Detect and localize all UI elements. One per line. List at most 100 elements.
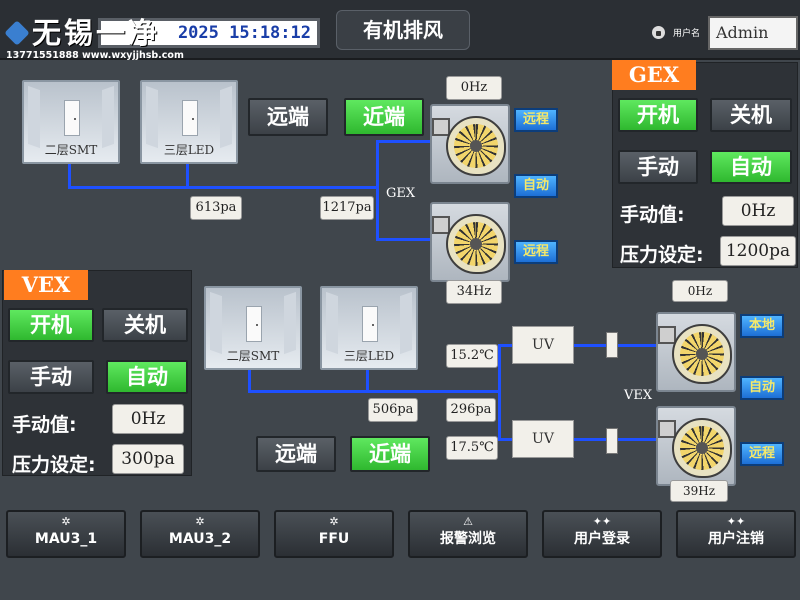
uv-unit-2: UV: [512, 420, 574, 458]
uv-unit-1: UV: [512, 326, 574, 364]
gex-pressure-left: 613pa: [190, 196, 242, 220]
page-title: 有机排风: [336, 10, 470, 50]
nav-user-logout-button[interactable]: ✦✦ 用户注销: [676, 510, 796, 558]
vex-pressure-left: 506pa: [368, 398, 418, 422]
gex-remote-button[interactable]: 远端: [248, 98, 328, 136]
fan-icon: [672, 324, 732, 384]
nav-user-login-button[interactable]: ✦✦ 用户登录: [542, 510, 662, 558]
door-icon: [182, 100, 198, 136]
fan-icon: [446, 116, 506, 176]
vex-pressure-setting-label: 压力设定:: [12, 454, 96, 476]
vex-off-button[interactable]: 关机: [102, 308, 188, 342]
gex-on-button[interactable]: 开机: [618, 98, 698, 132]
lock-icon: [652, 26, 665, 39]
room-label: 三层LED: [343, 349, 395, 363]
pipe: [68, 186, 378, 189]
nav-label: MAU3_2: [168, 531, 232, 547]
fan-icon: [446, 214, 506, 274]
room-3f-led-gex: 三层LED: [140, 80, 238, 164]
pipe: [376, 238, 434, 241]
door-icon: [246, 306, 262, 342]
nav-label: 报警浏览: [440, 531, 496, 547]
door-icon: [64, 100, 80, 136]
users-icon: ✦✦: [592, 515, 612, 528]
room-2f-smt-gex: 二层SMT: [22, 80, 120, 164]
damper-1: [606, 332, 618, 358]
vex-manual-button[interactable]: 手动: [8, 360, 94, 394]
vex-remote-button[interactable]: 远端: [256, 436, 336, 472]
room-3f-led-vex: 三层LED: [320, 286, 418, 370]
room-label: 二层SMT: [44, 143, 98, 157]
nav-mau3-2-button[interactable]: ✲ MAU3_2: [140, 510, 260, 558]
gex-pressure-right: 1217pa: [320, 196, 374, 220]
gex-off-button[interactable]: 关机: [710, 98, 792, 132]
gex-manual-button[interactable]: 手动: [618, 150, 698, 184]
pipe: [376, 140, 379, 240]
nav-label: 用户注销: [708, 531, 764, 547]
nav-label: FFU: [318, 531, 350, 547]
door-icon: [362, 306, 378, 342]
pipe: [376, 140, 434, 143]
watermark-logo-icon: [4, 20, 30, 46]
nav-mau3-1-button[interactable]: ✲ MAU3_1: [6, 510, 126, 558]
vex-temp-2: 17.5℃: [446, 436, 498, 460]
gear-icon: ✲: [195, 515, 205, 528]
watermark: 无锡一净 13771551888 www.wxyjjhsb.com: [4, 8, 196, 64]
vex-fan-2[interactable]: [656, 406, 736, 486]
gex-fan1-remote-tag: 远程: [514, 108, 558, 132]
fan-icon: [672, 418, 732, 478]
vex-fan1-freq: 0Hz: [672, 280, 728, 302]
watermark-contact: 13771551888 www.wxyjjhsb.com: [6, 50, 184, 61]
gex-fan-2[interactable]: [430, 202, 510, 282]
warning-icon: ⚠: [463, 515, 473, 528]
nav-alarm-browse-button[interactable]: ⚠ 报警浏览: [408, 510, 528, 558]
gex-fan1-auto-tag: 自动: [514, 174, 558, 198]
vex-group-label: VEX: [624, 388, 653, 403]
gex-fan1-freq: 0Hz: [446, 76, 502, 100]
room-label: 三层LED: [163, 143, 215, 157]
gear-icon: ✲: [61, 515, 71, 528]
gex-panel-tag: GEX: [612, 60, 696, 90]
room-2f-smt-vex: 二层SMT: [204, 286, 302, 370]
username-field[interactable]: Admin: [708, 16, 798, 50]
vex-temp-1: 15.2℃: [446, 344, 498, 368]
gex-local-button[interactable]: 近端: [344, 98, 424, 136]
gex-pressure-setting-label: 压力设定:: [620, 244, 704, 266]
nav-label: MAU3_1: [34, 531, 98, 547]
user-label: 用户名: [673, 29, 701, 39]
vex-panel-tag: VEX: [4, 270, 88, 300]
gex-fan2-remote-tag: 远程: [514, 240, 558, 264]
vex-pressure-setting-field[interactable]: 300pa: [112, 444, 184, 474]
pipe: [574, 438, 606, 441]
vex-on-button[interactable]: 开机: [8, 308, 94, 342]
vex-fan2-remote-tag: 远程: [740, 442, 784, 466]
pipe: [68, 160, 71, 188]
vex-fan1-local-tag: 本地: [740, 314, 784, 338]
vex-manual-value-field[interactable]: 0Hz: [112, 404, 184, 434]
users-icon: ✦✦: [726, 515, 746, 528]
damper-2: [606, 428, 618, 454]
pipe: [248, 390, 500, 393]
gear-icon: ✲: [329, 515, 339, 528]
vex-local-button[interactable]: 近端: [350, 436, 430, 472]
nav-label: 用户登录: [574, 531, 630, 547]
gex-manual-value-label: 手动值:: [620, 204, 685, 226]
vex-auto-button[interactable]: 自动: [106, 360, 188, 394]
vex-manual-value-label: 手动值:: [12, 414, 77, 436]
gex-fan2-freq: 34Hz: [446, 280, 502, 304]
hmi-screen: 2025 15:18:12 有机排风 用户名 Admin 无锡一净 137715…: [0, 0, 800, 600]
gex-group-label: GEX: [386, 186, 416, 201]
gex-pressure-setting-field[interactable]: 1200pa: [720, 236, 796, 266]
pipe: [186, 160, 189, 188]
gex-manual-value-field[interactable]: 0Hz: [722, 196, 794, 226]
pipe: [574, 344, 606, 347]
vex-fan2-freq: 39Hz: [670, 480, 728, 502]
room-label: 二层SMT: [226, 349, 280, 363]
gex-fan-1[interactable]: [430, 104, 510, 184]
gex-auto-button[interactable]: 自动: [710, 150, 792, 184]
pipe: [498, 344, 501, 440]
vex-fan-1[interactable]: [656, 312, 736, 392]
nav-ffu-button[interactable]: ✲ FFU: [274, 510, 394, 558]
vex-pressure-right: 296pa: [446, 398, 496, 422]
vex-fan1-auto-tag: 自动: [740, 376, 784, 400]
